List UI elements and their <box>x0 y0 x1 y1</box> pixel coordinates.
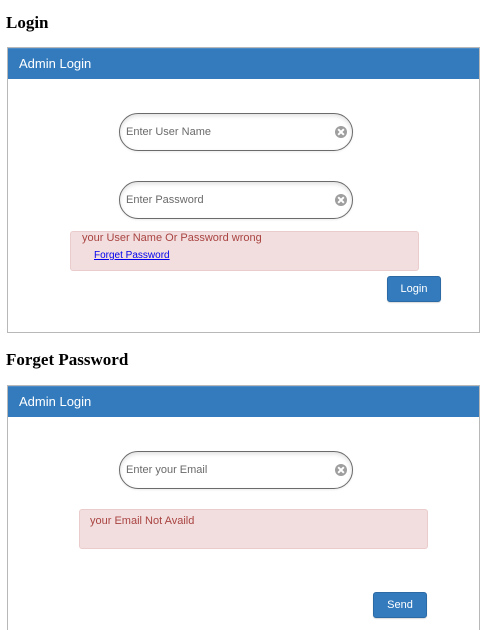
login-error-message: your User Name Or Password wrong <box>82 232 262 244</box>
login-panel: Admin Login your User Name Or Password w… <box>7 47 480 333</box>
forget-password-link[interactable]: Forget Password <box>94 250 170 262</box>
forget-password-panel: Admin Login your Email Not Availd Send <box>7 385 480 630</box>
username-field[interactable] <box>119 113 353 151</box>
login-error-alert: your User Name Or Password wrong Forget … <box>70 231 419 271</box>
email-error-alert: your Email Not Availd <box>79 509 428 549</box>
email-field[interactable] <box>119 451 353 489</box>
username-input[interactable] <box>126 114 326 150</box>
password-field[interactable] <box>119 181 353 219</box>
send-button[interactable]: Send <box>373 592 427 618</box>
clear-icon[interactable] <box>335 126 347 138</box>
login-button[interactable]: Login <box>387 276 441 302</box>
login-panel-title: Admin Login <box>19 56 92 71</box>
password-input[interactable] <box>126 182 326 218</box>
forget-panel-title: Admin Login <box>19 394 92 409</box>
login-section-heading: Login <box>6 13 49 32</box>
login-panel-header: Admin Login <box>8 48 479 79</box>
clear-icon[interactable] <box>335 194 347 206</box>
forget-password-section-heading: Forget Password <box>6 350 129 369</box>
email-input[interactable] <box>126 452 326 488</box>
email-error-message: your Email Not Availd <box>90 515 195 527</box>
forget-panel-header: Admin Login <box>8 386 479 417</box>
clear-icon[interactable] <box>335 464 347 476</box>
